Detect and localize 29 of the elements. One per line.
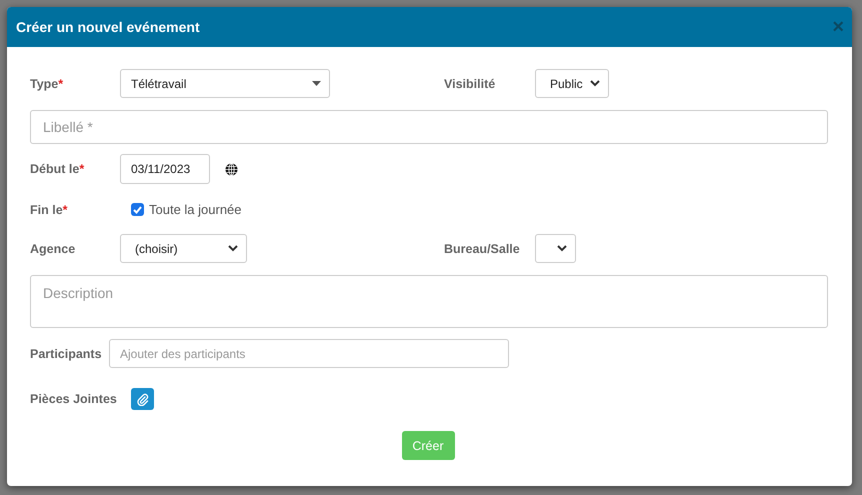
field-label: Fin le [30, 202, 63, 216]
field-label: Début le [30, 162, 80, 176]
globe-icon [225, 162, 238, 176]
chevron-down-icon [590, 80, 600, 87]
required-mark: * [62, 202, 68, 216]
room-select[interactable] [535, 234, 576, 263]
type-select[interactable]: Télétravail [120, 69, 330, 98]
participants-input[interactable]: Ajouter des participants [109, 339, 509, 368]
date-input[interactable]: 03/11/2023 [120, 154, 210, 184]
caret-icon [312, 81, 321, 86]
required-mark: * [79, 162, 84, 176]
title-input[interactable]: Libellé * [30, 110, 828, 144]
field-label: Bureau/Salle [444, 242, 520, 256]
field-label: Pièces Jointes [30, 392, 117, 406]
dialog-title: Créer un nouvel evénement [16, 19, 200, 35]
attach-button[interactable] [131, 388, 154, 410]
field-label: Type [30, 76, 58, 90]
chevron-down-icon [557, 245, 567, 252]
agency-select[interactable]: (choisir) [120, 234, 247, 263]
required-mark: * [58, 76, 64, 90]
visibility-select[interactable]: Public [535, 69, 609, 98]
paperclip-icon [136, 392, 148, 406]
field-label: Visibilité [444, 76, 496, 90]
field-label: Participants [30, 346, 102, 360]
checkbox-label: Toute la journée [149, 202, 242, 217]
checkbox[interactable] [131, 203, 144, 216]
description-field[interactable]: Description [30, 275, 828, 328]
field-label: Agence [30, 242, 76, 256]
chevron-down-icon [228, 245, 238, 252]
